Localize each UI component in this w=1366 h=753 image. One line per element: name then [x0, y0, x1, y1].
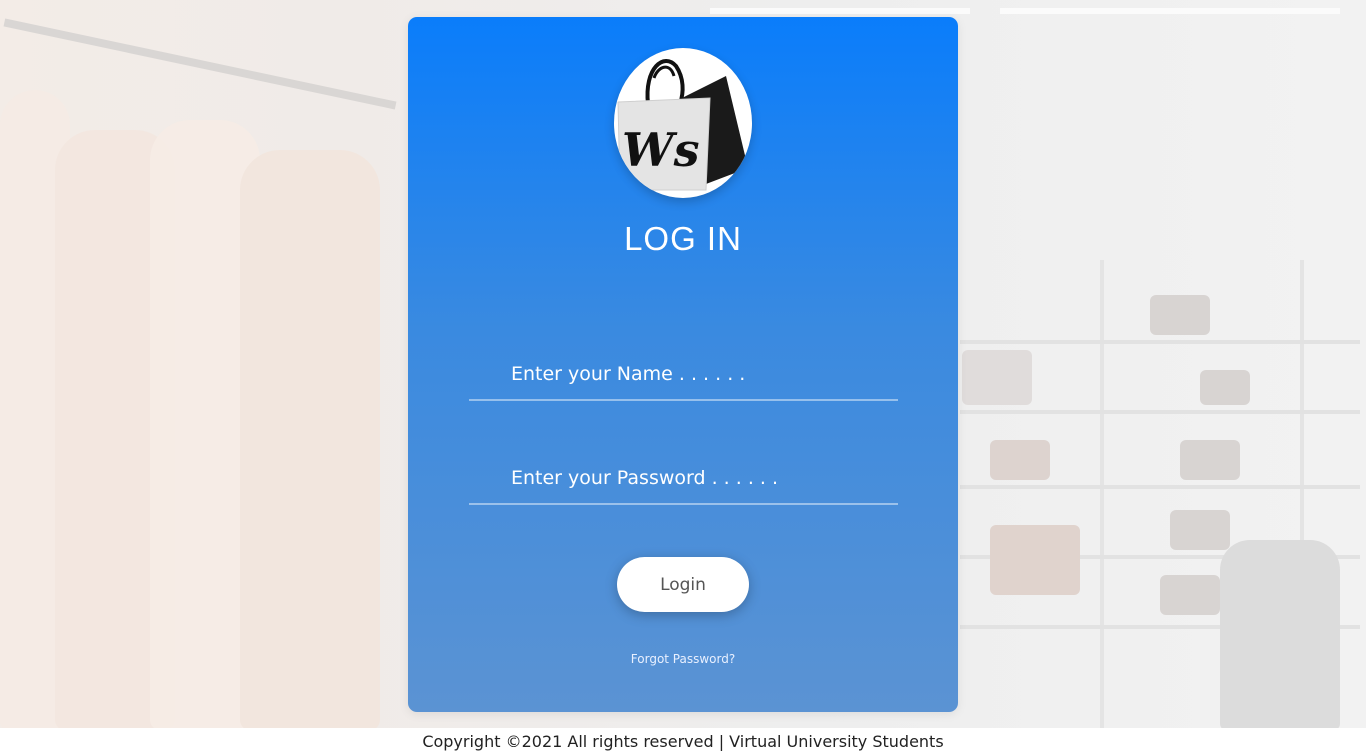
shelf-shoe: [1200, 370, 1250, 405]
password-field: [469, 455, 898, 505]
logo-text: Ws: [622, 123, 700, 177]
background-garment: [1220, 540, 1340, 728]
footer: Copyright ©2021 All rights reserved | Vi…: [0, 728, 1366, 753]
background-garment: [240, 150, 380, 728]
shelf-basket: [990, 525, 1080, 595]
shelf: [960, 485, 1360, 489]
ceiling-light: [710, 8, 970, 14]
shelf-bag: [990, 440, 1050, 480]
forgot-password-link[interactable]: Forgot Password?: [408, 652, 958, 666]
name-input[interactable]: [469, 351, 898, 397]
password-input[interactable]: [469, 455, 898, 501]
ceiling-light: [1000, 8, 1340, 14]
shopping-bag-logo-icon: Ws: [614, 48, 752, 198]
copyright-text: Copyright ©2021 All rights reserved | Vi…: [422, 732, 944, 751]
clothes-rail: [3, 18, 397, 110]
shelf: [960, 340, 1360, 344]
login-card: Ws LOG IN Login Forgot Password?: [408, 17, 958, 712]
shelf-shoe: [1150, 295, 1210, 335]
shelf-post: [1100, 260, 1104, 728]
shelf-shoe: [1170, 510, 1230, 550]
login-button[interactable]: Login: [617, 557, 749, 612]
shelf: [960, 410, 1360, 414]
shelf-bag: [962, 350, 1032, 405]
name-field: [469, 351, 898, 401]
shelf-shoe: [1160, 575, 1220, 615]
shelf-shoe: [1180, 440, 1240, 480]
logo-graphic: Ws: [617, 59, 748, 191]
page-title: LOG IN: [624, 220, 742, 257]
